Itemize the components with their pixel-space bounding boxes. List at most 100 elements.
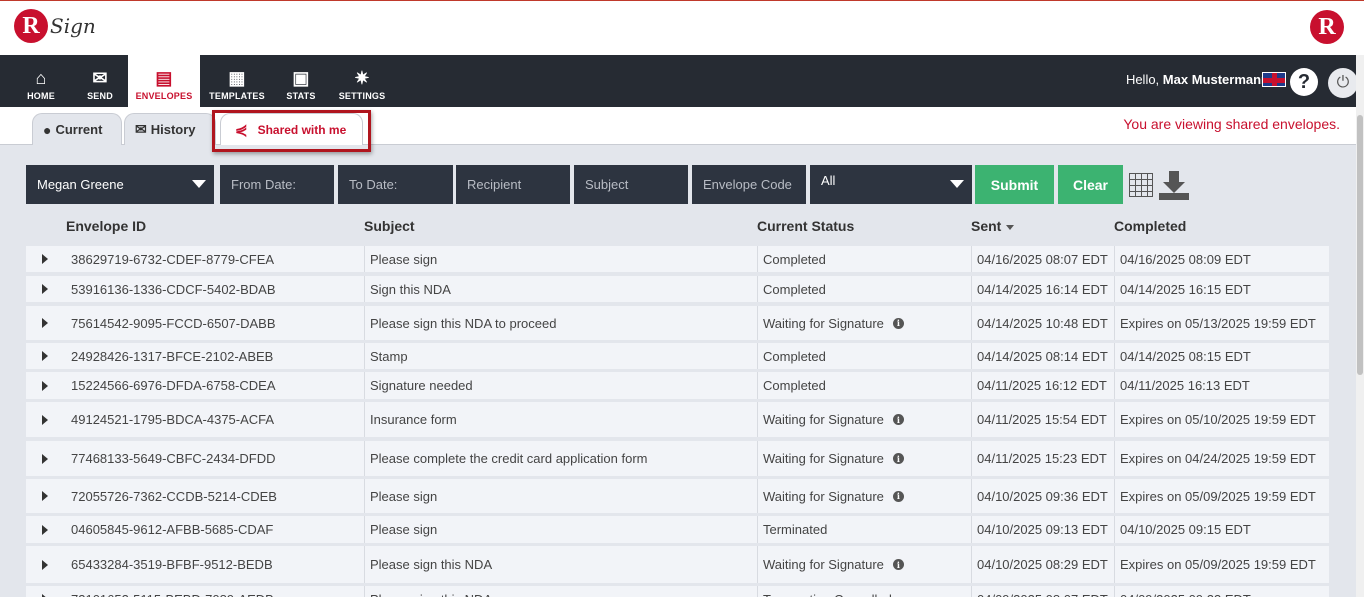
to-date-input[interactable]: To Date:: [338, 165, 453, 204]
owner-select[interactable]: Megan Greene: [26, 165, 214, 204]
brand-bar: R Sign R: [0, 0, 1364, 55]
table-row[interactable]: 38629719-6732-CDEF-8779-CFEA Please sign C…: [26, 246, 1329, 272]
download-icon[interactable]: [1157, 169, 1191, 201]
nav-envelopes[interactable]: ▤ ENVELOPES: [128, 55, 200, 107]
info-icon[interactable]: i: [892, 414, 904, 425]
table-row[interactable]: 72055726-7362-CCDB-5214-CDEB Please sign W…: [26, 479, 1329, 513]
cell-status-text: Transaction Cancelled: [763, 592, 892, 597]
nav-stats[interactable]: ▣ STATS: [276, 55, 326, 107]
cell-subject-text: Stamp: [370, 348, 408, 364]
cell-status: Waiting for Signature i: [757, 546, 971, 583]
cell-envelope-id: 38629719-6732-CDEF-8779-CFEA: [26, 246, 364, 272]
cell-sent-text: 04/16/2025 08:07 EDT: [977, 251, 1108, 267]
cell-envelope-id-text: 49124521-1795-BDCA-4375-ACFA: [71, 412, 275, 427]
envelope-code-input[interactable]: Envelope Code: [692, 165, 806, 204]
tab-current[interactable]: ● Current: [32, 113, 122, 145]
table-row[interactable]: 75614542-9095-FCCD-6507-DABB Please sign …: [26, 306, 1329, 340]
col-completed[interactable]: Completed: [1114, 218, 1186, 234]
status-value: All: [821, 173, 836, 188]
submit-button[interactable]: Submit: [975, 165, 1054, 204]
cell-subject-text: Please sign this NDA to proceed: [370, 315, 557, 331]
page-scrollbar[interactable]: [1356, 55, 1364, 597]
uk-flag-icon[interactable]: [1262, 72, 1286, 87]
subject-input[interactable]: Subject: [574, 165, 688, 204]
table-row[interactable]: 73101652-5115-BEBD-7089-AEDB Please sign …: [26, 586, 1329, 597]
status-select[interactable]: All: [810, 165, 972, 204]
cell-envelope-id-text: 38629719-6732-CDEF-8779-CFEA: [71, 251, 275, 267]
share-icon: ⋞: [235, 121, 248, 139]
col-subject[interactable]: Subject: [364, 218, 415, 234]
cell-status: Completed: [757, 372, 971, 399]
col-sent-label: Sent: [971, 218, 1002, 234]
cell-sent-text: 04/09/2025 08:07 EDT: [977, 592, 1108, 597]
cell-envelope-id: 24928426-1317-BFCE-2102-ABEB: [26, 343, 364, 369]
nav-home[interactable]: ⌂ HOME: [14, 55, 68, 107]
greeting-text: Hello,: [1125, 72, 1163, 87]
nav-send[interactable]: ✉ SEND: [74, 55, 126, 107]
col-sent[interactable]: Sent: [971, 218, 1015, 234]
nav-settings[interactable]: ✷ SETTINGS: [334, 55, 390, 107]
cell-sent: 04/11/2025 15:23 EDT: [971, 441, 1114, 476]
cell-sent: 04/14/2025 08:14 EDT: [971, 343, 1114, 369]
cell-subject: Insurance form: [364, 402, 757, 437]
scroll-thumb[interactable]: [1357, 115, 1363, 375]
cell-sent-text: 04/11/2025 16:12 EDT: [977, 378, 1107, 393]
table-row[interactable]: 15224566-6976-DFDA-6758-CDEA Signature ne…: [26, 372, 1329, 399]
cell-sent: 04/14/2025 16:14 EDT: [971, 276, 1114, 302]
cell-completed: Expires on 05/13/2025 19:59 EDT: [1114, 306, 1329, 340]
cell-sent: 04/14/2025 10:48 EDT: [971, 306, 1114, 340]
cell-envelope-id: 75614542-9095-FCCD-6507-DABB: [26, 306, 364, 340]
table-row[interactable]: 77468133-5649-CBFC-2434-DFDD Please compl…: [26, 441, 1329, 476]
info-icon[interactable]: i: [892, 559, 904, 570]
help-button[interactable]: ?: [1290, 68, 1318, 96]
tab-shared-with-me[interactable]: ⋞ Shared with me: [220, 113, 363, 145]
cell-completed-text: Expires on 05/13/2025 19:59 EDT: [1120, 315, 1316, 331]
cell-completed: Expires on 04/24/2025 19:59 EDT: [1114, 441, 1329, 476]
company-logo: R: [1310, 10, 1344, 44]
cell-sent-text: 04/11/2025 15:54 EDT: [977, 412, 1107, 427]
recipient-input[interactable]: Recipient: [456, 165, 570, 204]
cell-completed-text: Expires on 04/24/2025 19:59 EDT: [1120, 451, 1316, 466]
nav-label: TEMPLATES: [209, 91, 265, 101]
logout-button[interactable]: ⏻: [1328, 68, 1358, 98]
cell-status-text: Waiting for Signature: [763, 315, 884, 331]
cell-envelope-id-text: 53916136-1336-CDCF-5402-BDAB: [71, 281, 276, 297]
table-row[interactable]: 24928426-1317-BFCE-2102-ABEB Stamp Complet…: [26, 343, 1329, 369]
cell-subject-text: Sign this NDA: [370, 281, 451, 297]
info-icon[interactable]: i: [892, 490, 904, 502]
cell-completed: Expires on 05/09/2025 19:59 EDT: [1114, 546, 1329, 583]
envelope-icon: ✉: [92, 68, 108, 88]
table-row[interactable]: 04605845-9612-AFBB-5685-CDAF Please sign T…: [26, 516, 1329, 543]
table-row[interactable]: 65433284-3519-BFBF-9512-BEDB Please sign …: [26, 546, 1329, 583]
cell-envelope-id-text: 75614542-9095-FCCD-6507-DABB: [71, 315, 276, 331]
user-name: Max Mustermann: [1162, 72, 1269, 87]
table-row[interactable]: 49124521-1795-BDCA-4375-ACFA Insurance fo…: [26, 402, 1329, 437]
cell-subject-text: Please sign this NDA: [370, 592, 492, 597]
cell-status-text: Waiting for Signature: [763, 488, 884, 504]
pin-icon: ●: [43, 121, 52, 138]
col-status[interactable]: Current Status: [757, 218, 854, 234]
table-header: Envelope ID Subject Current Status Sent …: [26, 212, 1329, 240]
from-date-input[interactable]: From Date:: [220, 165, 334, 204]
col-envelope-id[interactable]: Envelope ID: [66, 218, 146, 234]
cell-subject-text: Signature needed: [370, 378, 473, 393]
cell-completed-text: 04/10/2025 09:15 EDT: [1120, 522, 1251, 537]
cell-status: Completed: [757, 276, 971, 302]
cell-status-text: Waiting for Signature: [763, 412, 884, 427]
cell-envelope-id: 77468133-5649-CBFC-2434-DFDD: [26, 441, 364, 476]
info-icon[interactable]: i: [892, 453, 904, 464]
cell-completed: 04/11/2025 16:13 EDT: [1114, 372, 1329, 399]
cell-subject-text: Please sign this NDA: [370, 557, 493, 572]
rsign-logo[interactable]: R Sign: [14, 9, 96, 43]
cell-status: Waiting for Signature i: [757, 479, 971, 513]
table-row[interactable]: 53916136-1336-CDCF-5402-BDAB Sign this ND…: [26, 276, 1329, 302]
nav-templates[interactable]: ▦ TEMPLATES: [204, 55, 270, 107]
cell-subject: Sign this NDA: [364, 276, 757, 302]
column-grid-icon[interactable]: [1129, 173, 1153, 197]
cell-status: Waiting for Signature i: [757, 306, 971, 340]
chevron-down-icon: [950, 180, 964, 188]
clear-button[interactable]: Clear: [1058, 165, 1123, 204]
info-icon[interactable]: i: [892, 317, 904, 329]
tab-history[interactable]: ✉ History: [124, 113, 216, 145]
cell-completed: 04/10/2025 09:15 EDT: [1114, 516, 1329, 543]
